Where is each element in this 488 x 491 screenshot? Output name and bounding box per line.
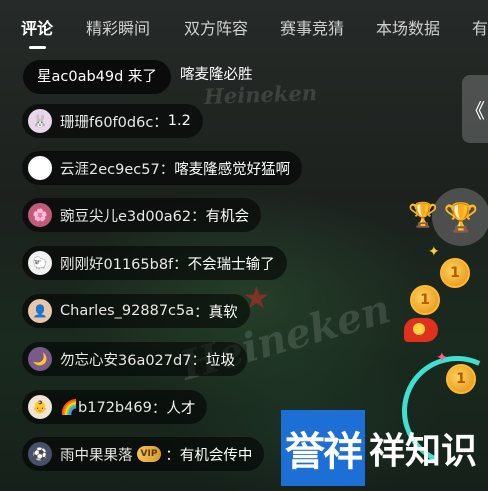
tab-more[interactable]: 有 — [472, 15, 488, 39]
comment-username[interactable]: 勿忘心安36a027d7 — [60, 349, 191, 370]
avatar[interactable]: 🌸 — [28, 203, 52, 227]
comment-username[interactable]: 豌豆尖儿e3d00a62 — [60, 205, 191, 226]
avatar[interactable]: ⚽ — [28, 442, 52, 466]
comment-text: 人才 — [166, 400, 196, 417]
tab-comments[interactable]: 评论 — [21, 15, 53, 39]
avatar[interactable]: 🌙 — [28, 347, 52, 371]
avatar[interactable]: 🐱 — [28, 156, 52, 180]
tab-highlights[interactable]: 精彩瞬间 — [86, 15, 150, 39]
comment-username[interactable]: 雨中果果落 — [60, 444, 133, 465]
logo-mark: 誉祥 — [281, 410, 365, 486]
tab-predictions[interactable]: 赛事竞猜 — [280, 15, 344, 39]
comment-item: 👤 Charles_92887c5a：真软 — [22, 294, 250, 328]
chevron-left-icon: 《 — [465, 98, 485, 123]
avatar[interactable]: 🐑 — [28, 251, 52, 275]
active-tab-indicator — [29, 46, 46, 49]
comment-item: 🐰 珊珊f60f0d6c： 1.2 — [22, 104, 203, 138]
vip-badge: VIP — [136, 446, 162, 462]
comment-item: 🐱 云涯2ec9ec57：喀麦隆感觉好猛啊 — [22, 151, 303, 185]
site-logo: 誉祥 祥知识 — [281, 408, 481, 488]
comment-username[interactable]: 云涯2ec9ec57 — [60, 158, 160, 179]
trophy-icon: 🏆 — [408, 201, 438, 229]
tab-match-stats[interactable]: 本场数据 — [376, 15, 440, 39]
comment-text: 1.2 — [167, 113, 191, 129]
medal-icon: 1 — [440, 258, 470, 288]
avatar[interactable]: 👶 — [28, 395, 52, 419]
avatar[interactable]: 👤 — [28, 299, 52, 323]
comment-username[interactable]: Charles_92887c5a — [60, 303, 194, 319]
stadium-watermark: Heineken — [203, 80, 318, 109]
tab-lineups[interactable]: 双方阵容 — [184, 15, 248, 39]
comment-username[interactable]: 🌈b172b469 — [60, 399, 152, 416]
comment-item: 🌙 勿忘心安36a027d7：垃圾 — [22, 342, 247, 376]
comment-text: 有机会 — [205, 208, 250, 225]
avatar[interactable]: 🐰 — [28, 109, 52, 133]
tab-bar: 评论 精彩瞬间 双方阵容 赛事竞猜 本场数据 有 — [0, 0, 488, 52]
sparkle-icon: ✦ — [428, 244, 440, 260]
trophy-icon[interactable]: 🏆 — [432, 188, 488, 246]
comment-text: 不会瑞士输了 — [187, 256, 275, 273]
logo-text: 祥知识 — [369, 431, 478, 472]
comment-username[interactable]: 珊珊f60f0d6c — [60, 111, 153, 132]
partial-comment: 喀麦隆必胜 — [180, 67, 253, 83]
comment-username[interactable]: 刚刚好01165b8f — [60, 253, 173, 274]
medal-icon: 1 — [410, 285, 440, 315]
comment-item: 🌸 豌豆尖儿e3d00a62：有机会 — [22, 198, 262, 232]
comment-text: 喀麦隆感觉好猛啊 — [174, 161, 291, 178]
sparkle-icon: ✦ — [436, 350, 448, 366]
comment-text: 垃圾 — [205, 352, 235, 369]
side-panel-toggle[interactable]: 《 — [462, 75, 488, 143]
comment-item: 🐑 刚刚好01165b8f：不会瑞士输了 — [22, 246, 287, 280]
whistle-icon — [413, 323, 425, 335]
comment-item: 👶 🌈b172b469：人才 — [22, 390, 208, 424]
comment-text: 有机会传中 — [179, 447, 253, 464]
comment-item: ⚽ 雨中果果落 VIP：有机会传中 — [22, 437, 265, 471]
comment-text: 真软 — [208, 304, 238, 321]
user-joined-toast: 星ac0ab49d 来了 — [23, 60, 171, 94]
